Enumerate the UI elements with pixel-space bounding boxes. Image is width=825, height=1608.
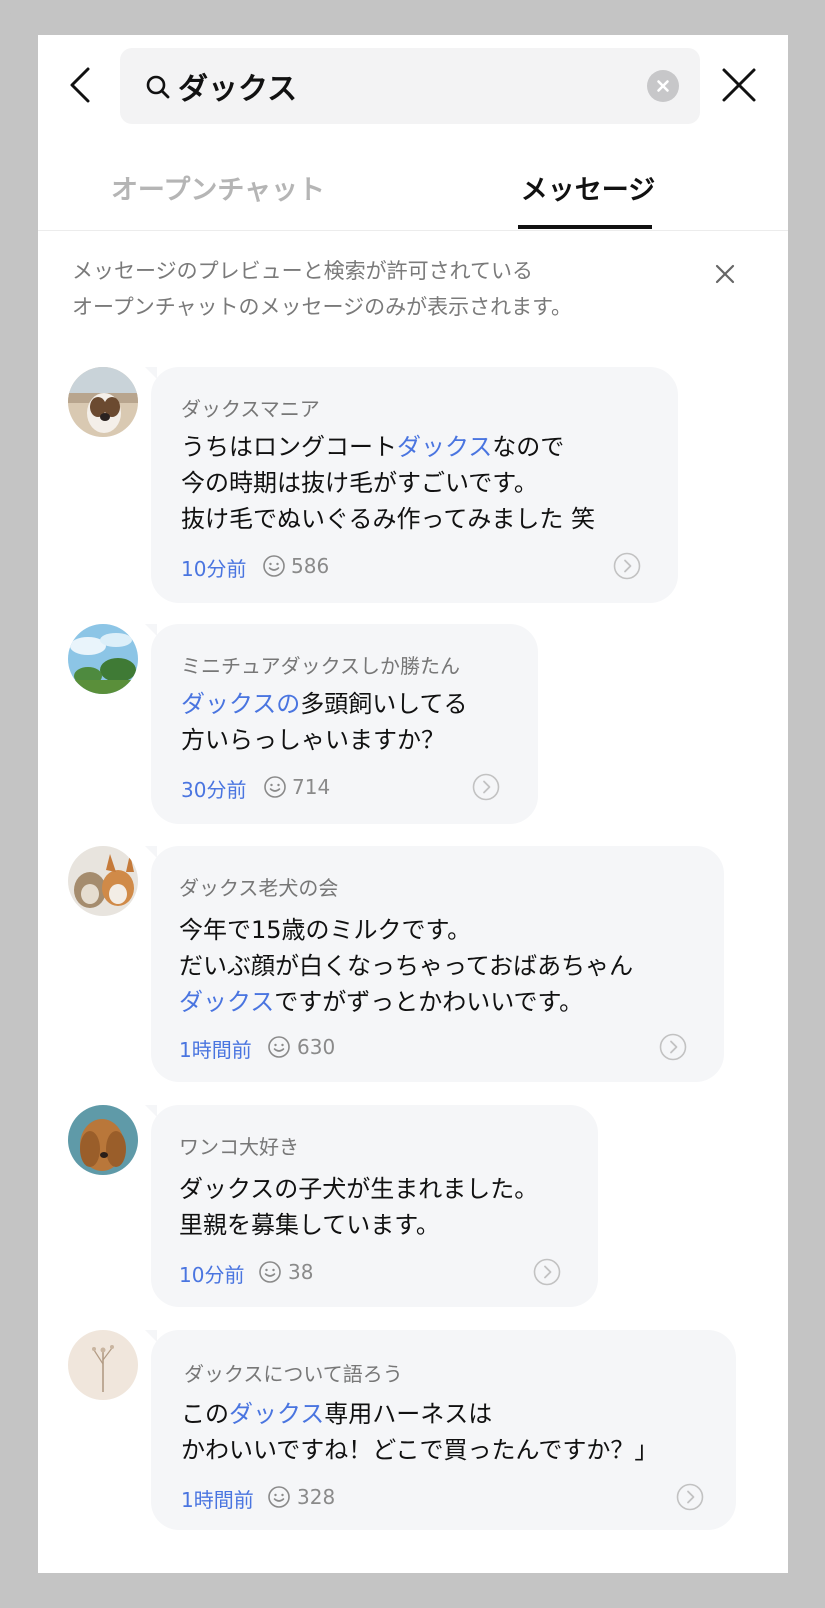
highlight-keyword: ダックス (229, 1400, 325, 1428)
avatar[interactable] (68, 1105, 138, 1175)
room-name: ミニチュアダックスしか勝たん (181, 654, 460, 678)
message-bubble[interactable]: ワンコ大好き ダックスの子犬が生まれました。 里親を募集しています。 10分前 … (145, 1105, 598, 1307)
message-text: このダックス専用ハーネスは (181, 1400, 493, 1428)
avatar[interactable] (68, 1330, 138, 1400)
message-bubble[interactable]: ダックス老犬の会 今年で15歳のミルクです。 だいぶ顔が白くなっちゃっておばあち… (145, 846, 724, 1082)
chevron-right-icon[interactable] (613, 552, 641, 580)
message-text: 今の時期は抜け毛がすごいです。 (181, 469, 538, 497)
message-bubble[interactable]: ダックスについて語ろう このダックス専用ハーネスは かわいいですね！どこで買った… (145, 1330, 736, 1530)
message-text: ダックスの多頭飼いしてる (181, 690, 468, 718)
avatar[interactable] (68, 367, 138, 437)
search-box[interactable] (120, 48, 700, 124)
search-input[interactable] (178, 48, 618, 124)
chevron-right-icon[interactable] (533, 1258, 561, 1286)
two-dogs-image (68, 846, 138, 916)
avatar[interactable] (68, 846, 138, 916)
smile-icon (268, 1486, 290, 1508)
message-text: 方いらっしゃいますか？ (181, 726, 445, 754)
message-bubble[interactable]: ミニチュアダックスしか勝たん ダックスの多頭飼いしてる 方いらっしゃいますか？ … (145, 624, 538, 824)
room-name: ワンコ大好き (179, 1135, 299, 1159)
timestamp: 1時間前 (181, 1488, 254, 1512)
clear-icon (657, 80, 669, 92)
back-button[interactable] (60, 63, 104, 107)
search-icon (146, 75, 170, 99)
chevron-right-icon[interactable] (659, 1033, 687, 1061)
message-text: ダックスの子犬が生まれました。 (179, 1175, 539, 1203)
member-count: 586 (291, 554, 330, 578)
highlight-keyword: ダックスの (181, 690, 301, 718)
dried-flower-image (68, 1330, 138, 1400)
member-count: 328 (297, 1485, 336, 1509)
smile-icon (268, 1036, 290, 1058)
dog-on-beach-image (68, 367, 138, 437)
long-haired-dog-image (68, 1105, 138, 1175)
room-name: ダックスについて語ろう (184, 1362, 403, 1386)
clear-search-button[interactable] (647, 70, 679, 102)
notice-banner: メッセージのプレビューと検索が許可されている オープンチャットのメッセージのみが… (72, 253, 692, 325)
avatar[interactable] (68, 624, 138, 694)
close-button[interactable] (719, 65, 759, 105)
tab-openchat[interactable]: オープンチャット (108, 161, 328, 221)
message-text: 里親を募集しています。 (179, 1211, 440, 1239)
room-name: ダックスマニア (181, 397, 320, 421)
chevron-right-icon[interactable] (676, 1483, 704, 1511)
room-name: ダックス老犬の会 (179, 876, 339, 900)
highlight-keyword: ダックス (179, 988, 275, 1016)
notice-text: メッセージのプレビューと検索が許可されている (72, 259, 533, 283)
message-text: ダックスですがずっとかわいいです。 (179, 988, 584, 1016)
timestamp: 30分前 (181, 778, 247, 802)
timestamp: 10分前 (181, 557, 247, 581)
message-bubble[interactable]: ダックスマニア うちはロングコートダックスなので 今の時期は抜け毛がすごいです。… (145, 367, 678, 603)
notice-text: オープンチャットのメッセージのみが表示されます。 (72, 295, 573, 319)
chevron-left-icon (70, 67, 90, 103)
smile-icon (259, 1261, 281, 1283)
tab-messages[interactable]: メッセージ (478, 161, 698, 221)
smile-icon (264, 776, 286, 798)
message-text: 今年で15歳のミルクです。 (179, 916, 472, 944)
timestamp: 1時間前 (179, 1038, 252, 1062)
chevron-right-icon[interactable] (472, 773, 500, 801)
divider (38, 230, 788, 231)
close-icon (715, 264, 735, 284)
close-icon (722, 68, 756, 102)
active-tab-indicator (518, 225, 652, 229)
member-count: 714 (292, 775, 331, 799)
sky-and-trees-image (68, 624, 138, 694)
member-count: 630 (297, 1035, 336, 1059)
message-text: だいぶ顔が白くなっちゃっておばあちゃん (179, 952, 634, 980)
member-count: 38 (288, 1260, 314, 1284)
dismiss-notice-button[interactable] (710, 259, 740, 289)
highlight-keyword: ダックス (397, 433, 493, 461)
screen: オープンチャット メッセージ メッセージのプレビューと検索が許可されている オー… (38, 35, 788, 1573)
smile-icon (263, 555, 285, 577)
message-text: かわいいですね！どこで買ったんですか？」 (181, 1436, 659, 1464)
timestamp: 10分前 (179, 1263, 245, 1287)
message-text: うちはロングコートダックスなので (181, 433, 565, 461)
device-frame: オープンチャット メッセージ メッセージのプレビューと検索が許可されている オー… (0, 0, 825, 1608)
message-text: 抜け毛でぬいぐるみ作ってみました 笑 (181, 505, 595, 533)
